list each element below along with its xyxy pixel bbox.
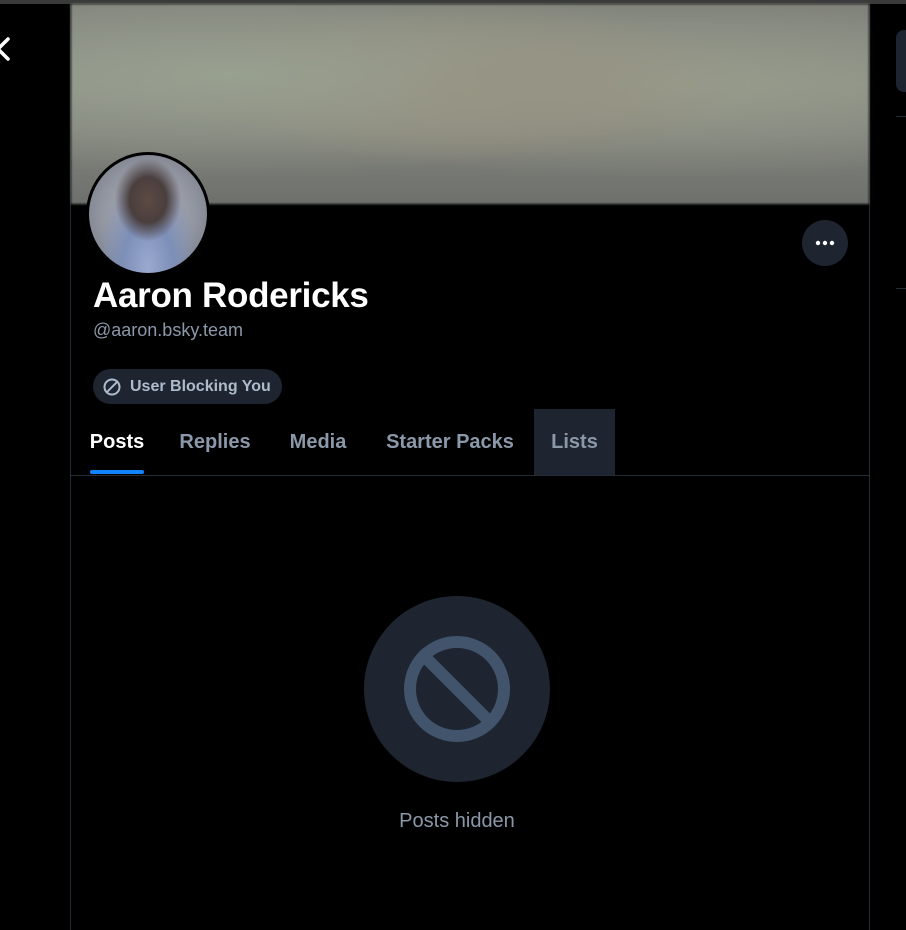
profile-tabs: Posts Replies Media Starter Packs Lists [71, 409, 869, 476]
profile-column: Aaron Rodericks @aaron.bsky.team User Bl… [70, 4, 870, 930]
tab-posts[interactable]: Posts [90, 409, 144, 475]
blocking-status-label: User Blocking You [130, 377, 271, 395]
tab-media[interactable]: Media [287, 409, 349, 475]
ellipsis-icon [815, 240, 835, 246]
handle: @aaron.bsky.team [93, 320, 244, 340]
tab-lists[interactable]: Lists [534, 409, 615, 475]
empty-state-label: Posts hidden [399, 810, 515, 832]
more-options-button[interactable] [802, 220, 848, 266]
right-sidebar-search-edge[interactable] [896, 30, 906, 92]
right-sidebar-divider [896, 116, 906, 117]
block-icon [103, 378, 121, 395]
avatar[interactable] [86, 152, 210, 276]
empty-state-icon-container [364, 596, 550, 782]
active-tab-indicator [90, 470, 144, 474]
tab-replies[interactable]: Replies [179, 409, 251, 475]
back-button[interactable] [0, 34, 14, 64]
posts-hidden-empty-state: Posts hidden [71, 596, 869, 836]
right-sidebar-divider [896, 288, 906, 289]
block-icon [404, 636, 510, 742]
blocking-status-badge[interactable]: User Blocking You [93, 369, 282, 404]
chevron-left-icon [0, 37, 10, 61]
tab-starter-packs[interactable]: Starter Packs [384, 409, 516, 475]
display-name: Aaron Rodericks [93, 276, 369, 315]
